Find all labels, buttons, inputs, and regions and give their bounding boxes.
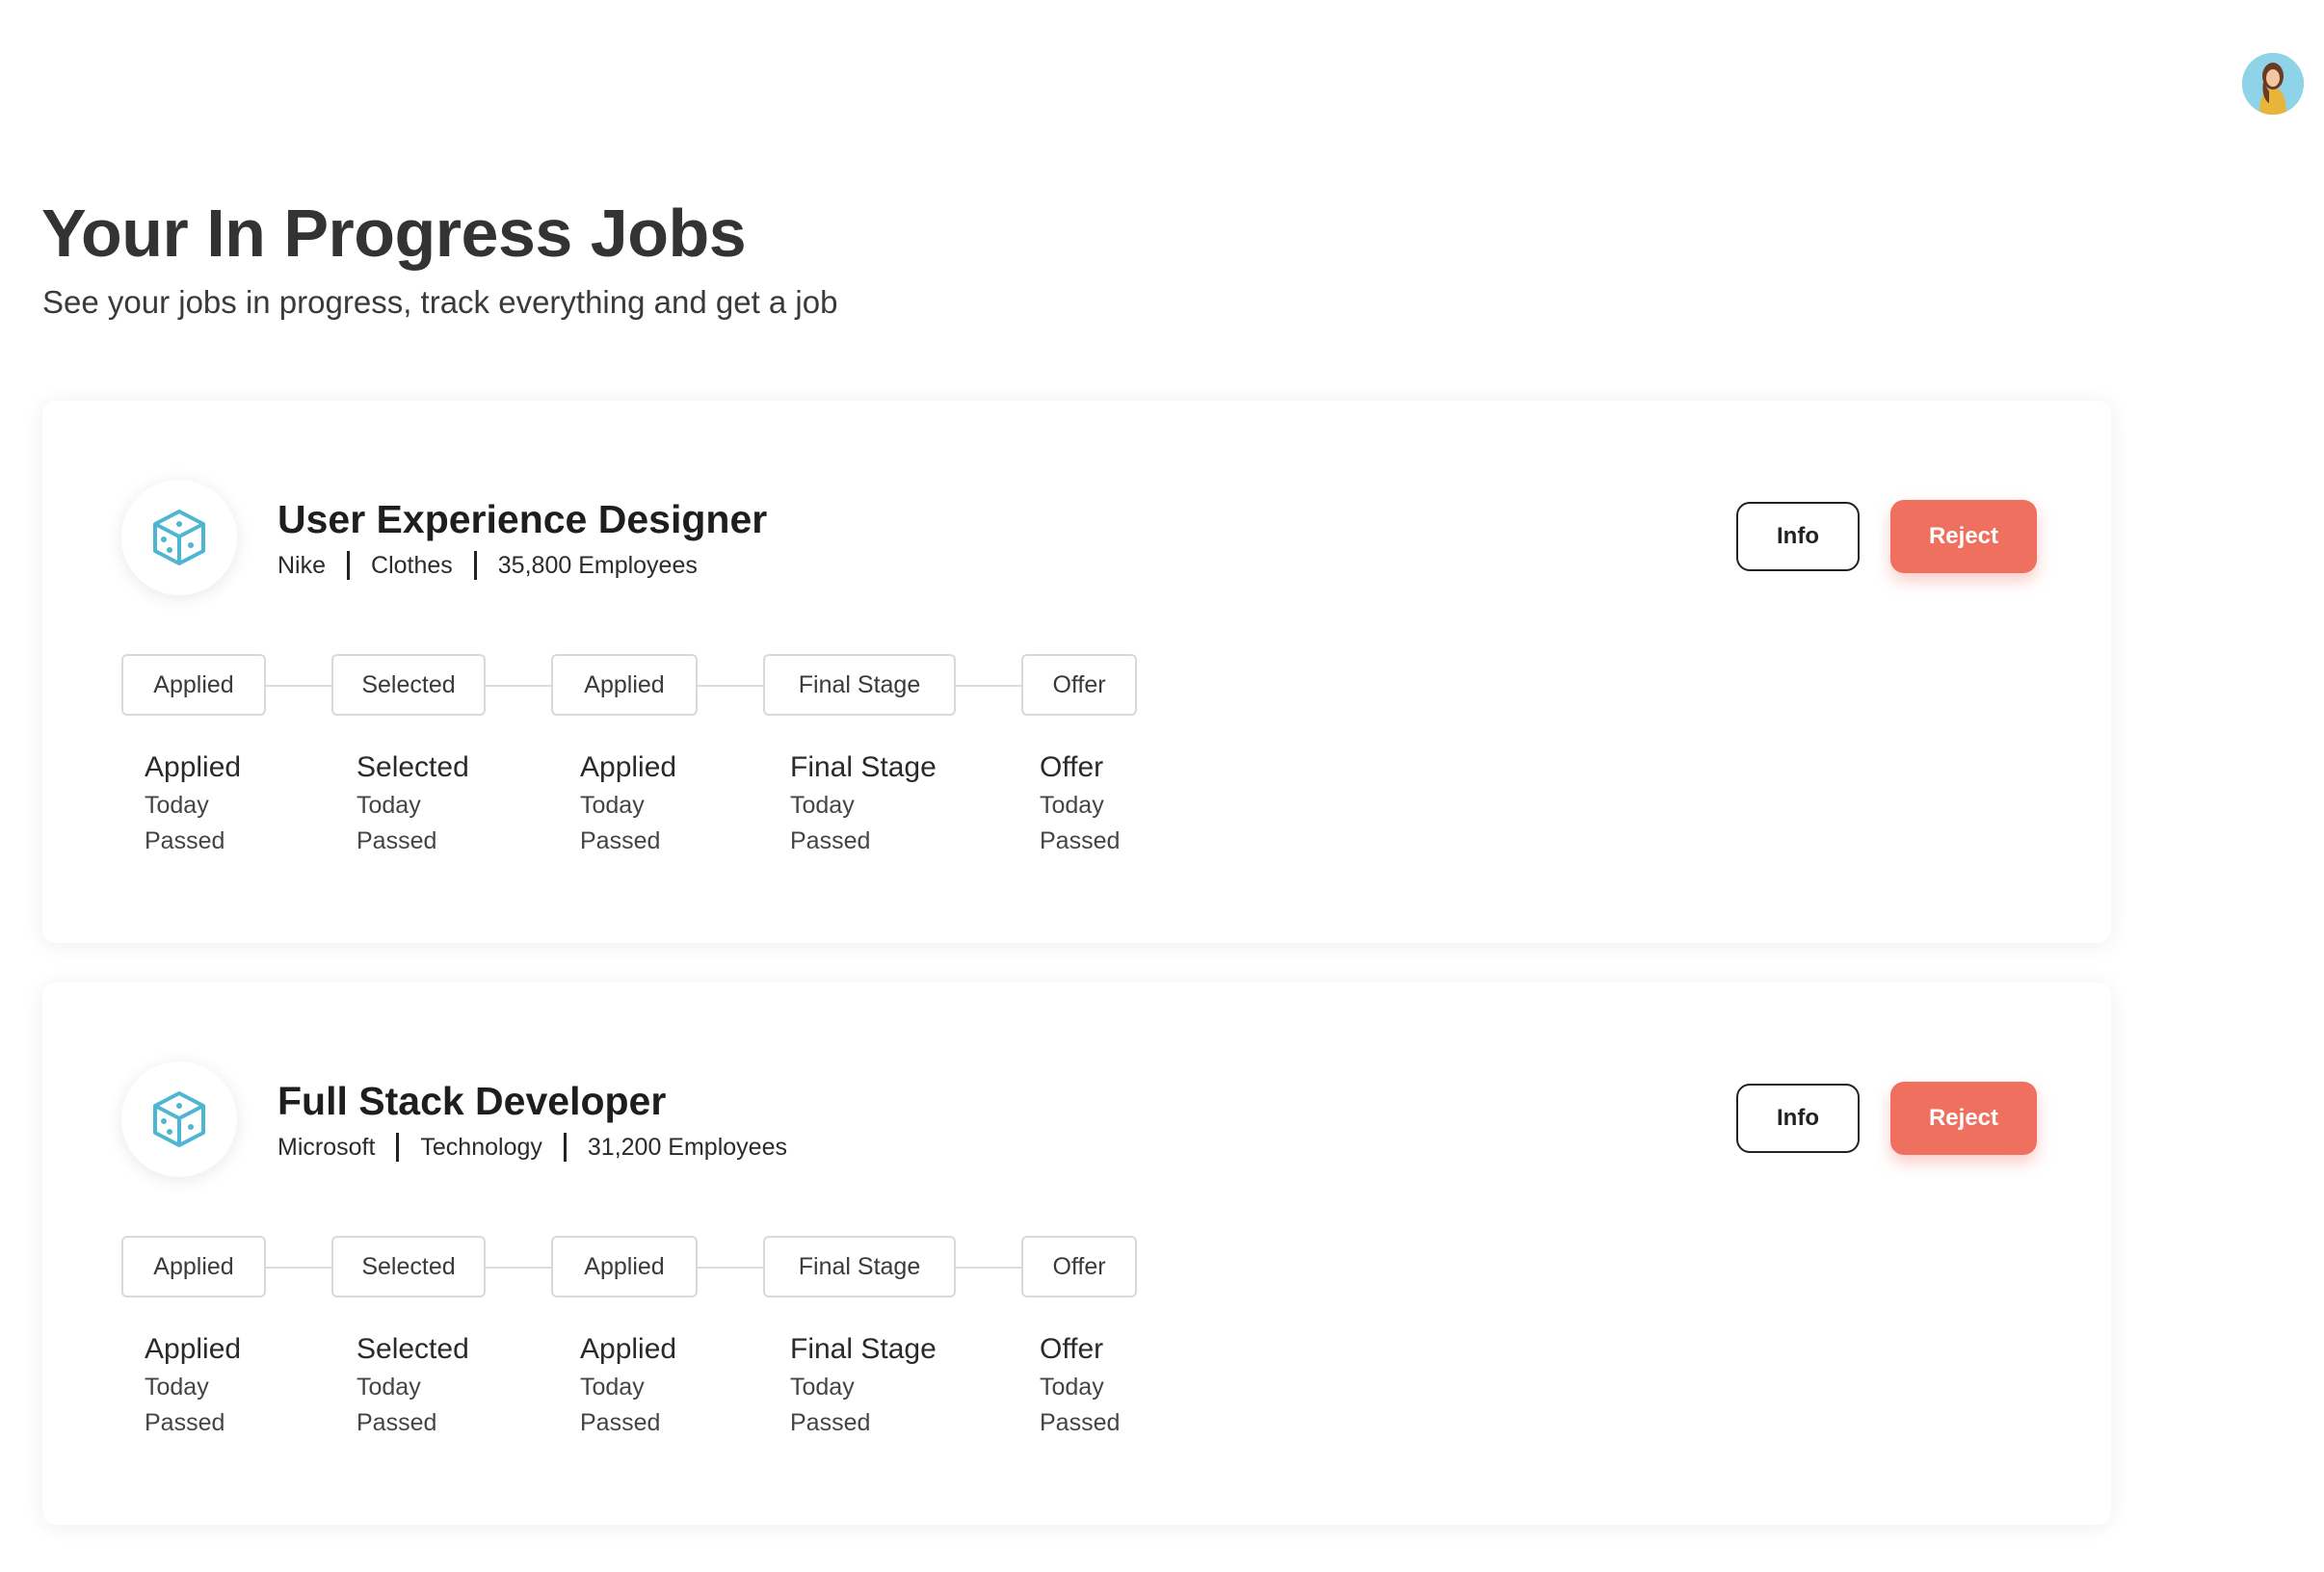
stage-pill-applied[interactable]: Applied xyxy=(121,654,266,716)
stage-date: Today xyxy=(580,1374,645,1401)
job-meta: Microsoft Technology 31,200 Employees xyxy=(277,1131,787,1164)
stage-pill-offer[interactable]: Offer xyxy=(1021,1236,1137,1297)
reject-button[interactable]: Reject xyxy=(1890,500,2037,573)
stage-date: Today xyxy=(145,792,209,819)
stage-date: Today xyxy=(1040,792,1104,819)
stage-date: Today xyxy=(357,792,421,819)
page-subtitle: See your jobs in progress, track everyth… xyxy=(42,284,838,320)
stage-date: Today xyxy=(580,792,645,819)
company-employees: 31,200 Employees xyxy=(587,1134,787,1161)
stage-detail: Final Stage Today Passed xyxy=(790,749,937,859)
stage-connector xyxy=(264,1267,331,1269)
stage-connector xyxy=(696,1267,763,1269)
company-name: Microsoft xyxy=(277,1134,376,1161)
stage-status: Passed xyxy=(145,827,225,854)
stage-detail: Offer Today Passed xyxy=(1040,1331,1120,1441)
stage-status: Passed xyxy=(1040,827,1121,854)
company-name: Nike xyxy=(277,552,327,579)
stage-status: Passed xyxy=(580,1409,661,1436)
stage-date: Today xyxy=(790,792,855,819)
stage-name: Applied xyxy=(145,751,242,783)
info-button[interactable]: Info xyxy=(1736,1084,1860,1153)
stage-date: Today xyxy=(790,1374,855,1401)
stage-pill-final-stage[interactable]: Final Stage xyxy=(763,1236,956,1297)
job-title: Full Stack Developer xyxy=(277,1079,667,1123)
job-title: User Experience Designer xyxy=(277,497,768,541)
stage-detail: Applied Today Passed xyxy=(580,749,676,859)
stage-detail: Applied Today Passed xyxy=(145,749,241,859)
stage-name: Selected xyxy=(357,751,469,783)
stage-name: Applied xyxy=(580,751,677,783)
stage-pill-final-stage[interactable]: Final Stage xyxy=(763,654,956,716)
job-card: Full Stack Developer Microsoft Technolog… xyxy=(42,982,2111,1525)
stage-pill-selected[interactable]: Selected xyxy=(331,654,486,716)
avatar-image xyxy=(2242,53,2304,115)
stage-connector xyxy=(264,685,331,687)
stage-name: Offer xyxy=(1040,1333,1104,1365)
stage-name: Applied xyxy=(145,1333,242,1365)
stage-detail: Selected Today Passed xyxy=(357,749,469,859)
stage-status: Passed xyxy=(790,827,871,854)
meta-divider xyxy=(473,551,477,580)
stage-date: Today xyxy=(1040,1374,1104,1401)
page-title: Your In Progress Jobs xyxy=(41,196,747,271)
job-meta: Nike Clothes 35,800 Employees xyxy=(277,549,698,582)
job-card: User Experience Designer Nike Clothes 35… xyxy=(42,401,2111,943)
stage-status: Passed xyxy=(357,1409,437,1436)
company-industry: Technology xyxy=(420,1134,542,1161)
stage-name: Selected xyxy=(357,1333,469,1365)
meta-divider xyxy=(396,1133,400,1162)
info-button[interactable]: Info xyxy=(1736,502,1860,571)
company-employees: 35,800 Employees xyxy=(497,552,698,579)
stage-detail: Selected Today Passed xyxy=(357,1331,469,1441)
user-avatar[interactable] xyxy=(2242,53,2304,115)
stage-pipeline: Applied Selected Applied Final Stage Off… xyxy=(121,654,1181,718)
stage-detail: Offer Today Passed xyxy=(1040,749,1120,859)
stage-date: Today xyxy=(145,1374,209,1401)
stage-pill-applied[interactable]: Applied xyxy=(551,1236,698,1297)
stage-status: Passed xyxy=(580,827,661,854)
stage-name: Offer xyxy=(1040,751,1104,783)
stage-detail: Applied Today Passed xyxy=(580,1331,676,1441)
stage-connector xyxy=(696,685,763,687)
stage-detail: Final Stage Today Passed xyxy=(790,1331,937,1441)
stage-status: Passed xyxy=(145,1409,225,1436)
stage-connector xyxy=(954,1267,1021,1269)
meta-divider xyxy=(563,1133,567,1162)
stage-date: Today xyxy=(357,1374,421,1401)
company-logo xyxy=(121,480,237,595)
company-industry: Clothes xyxy=(371,552,453,579)
stage-pill-selected[interactable]: Selected xyxy=(331,1236,486,1297)
cube-icon xyxy=(153,1091,205,1147)
stage-name: Applied xyxy=(580,1333,677,1365)
stage-name: Final Stage xyxy=(790,751,937,783)
stage-connector xyxy=(484,685,551,687)
stage-status: Passed xyxy=(357,827,437,854)
meta-divider xyxy=(347,551,351,580)
stage-status: Passed xyxy=(790,1409,871,1436)
stage-pill-applied[interactable]: Applied xyxy=(121,1236,266,1297)
stage-status: Passed xyxy=(1040,1409,1121,1436)
stage-connector xyxy=(484,1267,551,1269)
stage-pipeline: Applied Selected Applied Final Stage Off… xyxy=(121,1236,1181,1299)
cube-icon xyxy=(153,510,205,565)
stage-detail: Applied Today Passed xyxy=(145,1331,241,1441)
stage-pill-applied[interactable]: Applied xyxy=(551,654,698,716)
reject-button[interactable]: Reject xyxy=(1890,1082,2037,1155)
company-logo xyxy=(121,1061,237,1177)
stage-name: Final Stage xyxy=(790,1333,937,1365)
stage-pill-offer[interactable]: Offer xyxy=(1021,654,1137,716)
stage-connector xyxy=(954,685,1021,687)
